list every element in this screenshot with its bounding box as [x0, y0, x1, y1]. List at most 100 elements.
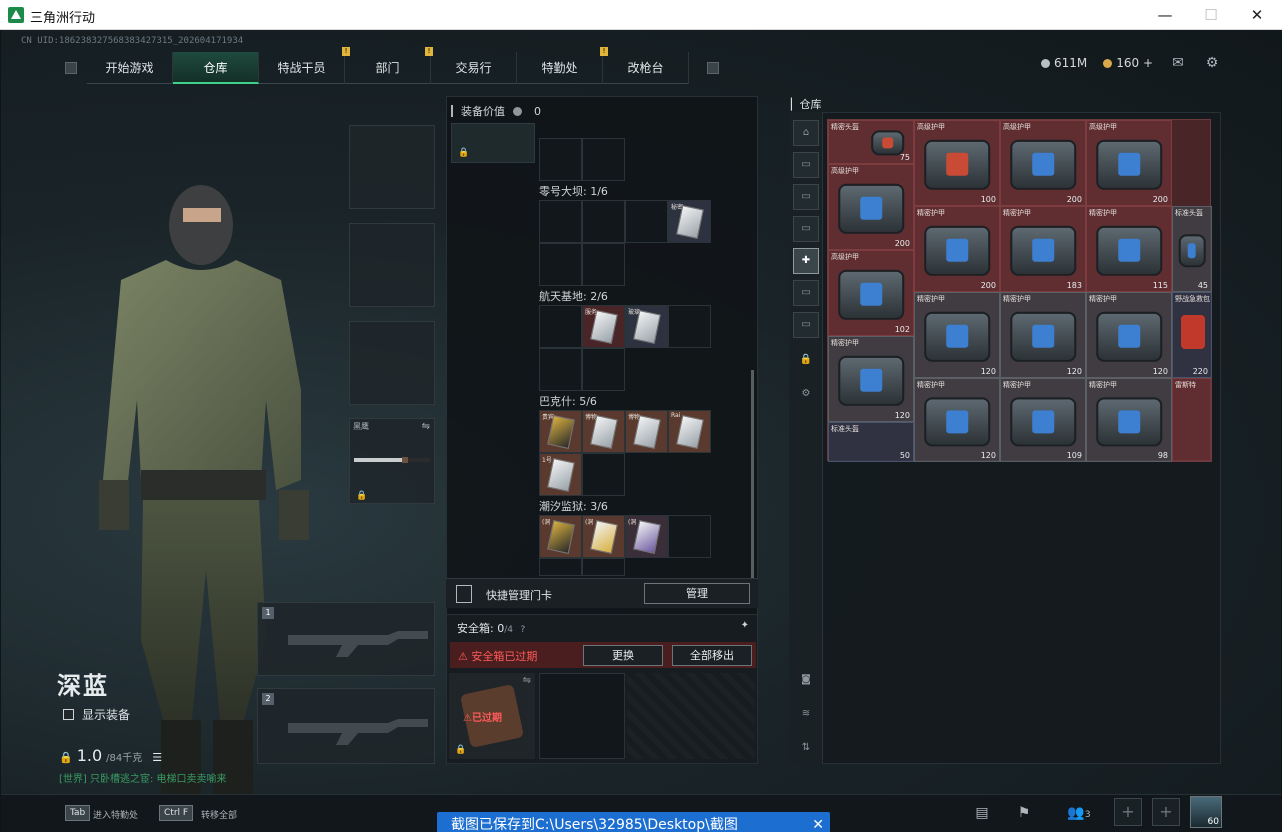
keycard-item[interactable]: (洞	[582, 515, 625, 558]
world-chat-line[interactable]: [世界] 只卧槽逃之宦: 电梯口卖卖喻来	[59, 770, 227, 785]
storage-tab-1[interactable]: ▭	[793, 152, 819, 178]
tab-key-label[interactable]: 进入特勤处	[93, 808, 138, 821]
armor-slot[interactable]	[349, 223, 435, 307]
storage-tab-all[interactable]: ⌂	[793, 120, 819, 146]
tab-operators[interactable]: 特战干员!	[259, 47, 350, 84]
melee-slot[interactable]: 黑鹰 ⇋ 🔒	[349, 418, 435, 504]
grid-cell[interactable]	[539, 348, 582, 391]
grid-cell[interactable]	[582, 243, 625, 286]
grid-cell[interactable]	[539, 558, 582, 576]
grid-cell[interactable]	[582, 453, 625, 496]
storage-item[interactable]: 标准头盔 45	[1172, 206, 1212, 292]
coupon-add[interactable]: +	[1143, 56, 1153, 70]
keycard-item[interactable]: 1号	[539, 453, 582, 496]
grid-cell[interactable]	[668, 515, 711, 558]
storage-item[interactable]: 雷斯特	[1172, 378, 1212, 462]
tab-warehouse[interactable]: 仓库	[173, 52, 259, 84]
storage-tab-3[interactable]: ▭	[793, 216, 819, 242]
stats-chart-icon[interactable]: ▤	[967, 800, 997, 826]
hafcoin-display[interactable]: 611M	[1040, 56, 1087, 70]
replace-button[interactable]: 更换	[583, 645, 663, 666]
grid-cell[interactable]	[539, 243, 582, 286]
ctrl-f-label[interactable]: 转移全部	[201, 808, 237, 821]
invite-slot-1[interactable]: +	[1114, 798, 1142, 826]
list-icon[interactable]: ☰	[152, 751, 162, 764]
player-avatar[interactable]: 60	[1190, 796, 1222, 828]
tab-department[interactable]: 部门!	[345, 47, 433, 84]
grid-cell[interactable]	[582, 200, 625, 243]
grid-cell[interactable]	[539, 138, 582, 181]
keycard-item[interactable]: (洞	[625, 515, 668, 558]
grid-cell[interactable]	[582, 138, 625, 181]
storage-item[interactable]: 精密头盔 75	[828, 120, 914, 164]
safe-box-grid[interactable]	[539, 673, 625, 759]
mail-icon[interactable]: ✉	[1169, 56, 1187, 70]
keycard-item[interactable]: 秘密	[668, 200, 711, 243]
storage-item[interactable]: 高级护甲 102	[828, 250, 914, 336]
minimize-button[interactable]: —	[1142, 0, 1188, 30]
primary-weapon-slot-1[interactable]: 1	[257, 602, 435, 676]
grid-cell[interactable]	[668, 305, 711, 348]
grid-cell[interactable]	[582, 558, 625, 576]
storage-item[interactable]: 高级护甲 200	[1000, 120, 1086, 206]
gear-icon[interactable]: ⚙	[793, 382, 819, 408]
keycard-item[interactable]: 贵宾	[539, 410, 582, 453]
grid-cell[interactable]	[539, 305, 582, 348]
keycard-item[interactable]: 博物	[582, 410, 625, 453]
grid-cell[interactable]	[539, 200, 582, 243]
keycard-item[interactable]: 玻璃	[625, 305, 668, 348]
tab-start-game[interactable]: 开始游戏	[87, 52, 173, 84]
nav-prev-key-icon[interactable]	[65, 62, 77, 74]
storage-tab-5[interactable]: ▭	[793, 280, 819, 306]
keycard-item[interactable]: 服务	[582, 305, 625, 348]
coupon-display[interactable]: 160 +	[1103, 56, 1153, 70]
keycard-item[interactable]: (洞	[539, 515, 582, 558]
help-icon[interactable]: ?	[520, 625, 525, 635]
keycard-item[interactable]: 博物	[625, 410, 668, 453]
friends-icon[interactable]: 👥3	[1059, 800, 1099, 826]
lock-icon[interactable]: 🔒	[793, 348, 819, 374]
storage-item[interactable]: 精密护甲 98	[1086, 378, 1172, 462]
flag-icon[interactable]: ⚑	[1009, 800, 1039, 826]
settings-gear-icon[interactable]: ⚙	[1203, 56, 1221, 70]
tab-special-ops[interactable]: 特勤处!	[517, 47, 608, 84]
backpack-scrollbar[interactable]	[751, 370, 754, 600]
storage-item[interactable]: 精密护甲 120	[828, 336, 914, 422]
move-all-button[interactable]: 全部移出	[672, 645, 752, 666]
storage-item[interactable]: 精密护甲 115	[1086, 206, 1172, 292]
storage-item[interactable]: 精密护甲 120	[914, 378, 1000, 462]
storage-item[interactable]: 精密护甲 109	[1000, 378, 1086, 462]
storage-item[interactable]: 野战急救包 220	[1172, 292, 1212, 378]
invite-slot-2[interactable]: +	[1152, 798, 1180, 826]
toast-close-icon[interactable]: ✕	[812, 812, 824, 832]
container-slot[interactable]: 🔒	[451, 123, 535, 163]
storage-item[interactable]: 精密护甲 120	[914, 292, 1000, 378]
storage-tab-4-active[interactable]: ✚	[793, 248, 819, 274]
sidearm-slot[interactable]	[349, 321, 435, 405]
storage-item[interactable]: 精密护甲 200	[914, 206, 1000, 292]
storage-item[interactable]: 精密护甲 120	[1086, 292, 1172, 378]
portrait-icon[interactable]: ◙	[793, 668, 819, 694]
show-equipment-checkbox[interactable]	[63, 709, 74, 720]
show-equipment-toggle[interactable]: 显示装备	[63, 706, 130, 723]
maximize-button[interactable]: ☐	[1188, 0, 1234, 30]
keycard-item[interactable]: Rai	[668, 410, 711, 453]
sort-icon[interactable]: ⇅	[793, 736, 819, 762]
helmet-slot[interactable]	[349, 125, 435, 209]
storage-item[interactable]: 精密护甲 183	[1000, 206, 1086, 292]
nav-next-key-icon[interactable]	[707, 62, 719, 74]
primary-weapon-slot-2[interactable]: 2	[257, 688, 435, 764]
grid-cell[interactable]	[582, 348, 625, 391]
manage-button[interactable]: 管理	[644, 583, 750, 604]
swap-icon[interactable]: ⇋	[422, 421, 430, 432]
storage-item[interactable]: 标准头盔 50	[828, 422, 914, 462]
grid-cell[interactable]	[625, 200, 668, 243]
close-button[interactable]: ✕	[1234, 0, 1280, 30]
swap-icon[interactable]: ⇋	[523, 675, 531, 686]
pin-icon[interactable]: ✦	[741, 620, 749, 631]
storage-item[interactable]: 精密护甲 120	[1000, 292, 1086, 378]
storage-item[interactable]: 高级护甲 200	[828, 164, 914, 250]
storage-tab-6[interactable]: ▭	[793, 312, 819, 338]
safe-box-item[interactable]: ⚠已过期 ⇋ 🔒	[449, 673, 535, 759]
layers-icon[interactable]: ≋	[793, 702, 819, 728]
